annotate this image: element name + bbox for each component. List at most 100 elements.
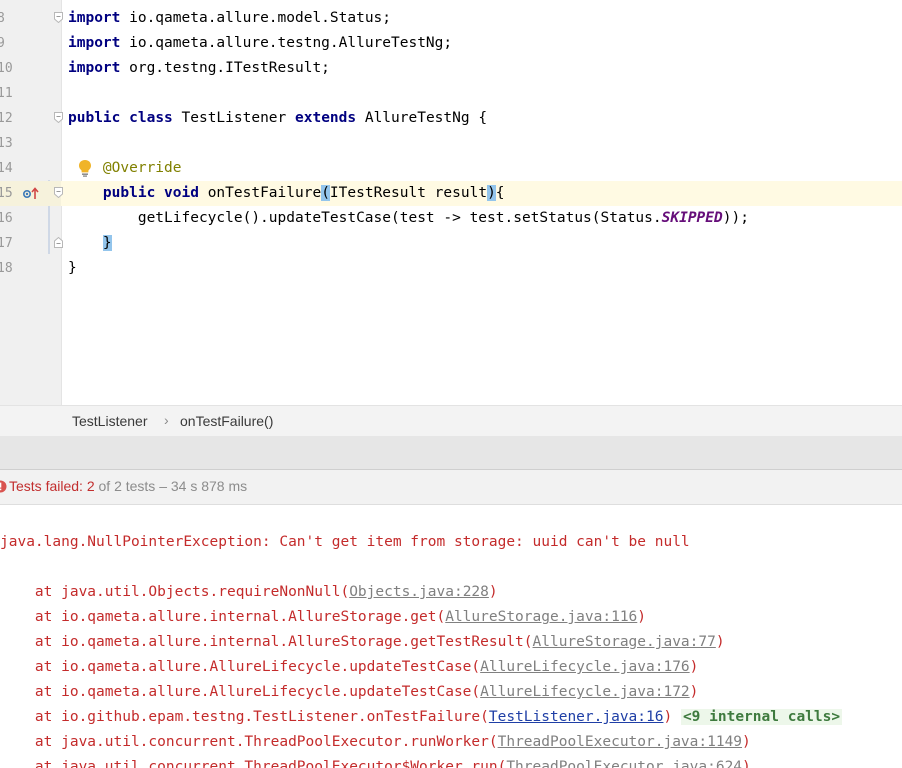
breadcrumb-method[interactable]: onTestFailure() (180, 413, 273, 429)
gutter-cell[interactable]: 16 (0, 206, 61, 231)
code-line[interactable]: 8 import io.qameta.allure.model.Status; (0, 6, 902, 31)
code-token: @Override (102, 160, 182, 176)
breadcrumb: TestListener › onTestFailure() (0, 405, 902, 437)
code-token: import (68, 35, 121, 51)
code-text[interactable]: import org.testng.ITestResult; (68, 56, 330, 81)
frame-method: at io.qameta.allure.AllureLifecycle.upda… (0, 659, 481, 675)
code-text[interactable]: public void onTestFailure(ITestResult re… (68, 181, 505, 206)
source-link[interactable]: AllureStorage.java:77 (533, 634, 716, 650)
line-number: 9 (0, 36, 5, 51)
stack-frame: at io.qameta.allure.internal.AllureStora… (0, 605, 646, 630)
exception-message: java.lang.NullPointerException: Can't ge… (0, 534, 690, 550)
gutter-cell[interactable]: 18 (0, 256, 61, 281)
code-line[interactable]: 18} (0, 256, 902, 281)
code-editor[interactable]: 8 import io.qameta.allure.model.Status; 9 i… (0, 0, 902, 405)
frame-method: at java.util.Objects.requireNonNull( (0, 584, 350, 600)
fold-marker-icon[interactable] (54, 237, 63, 248)
gutter-cell[interactable]: 13 (0, 131, 61, 156)
gutter-cell[interactable]: 9 (0, 31, 61, 56)
code-line[interactable]: 13 (0, 131, 902, 156)
line-number: 17 (0, 236, 13, 251)
frame-suffix: ) (663, 709, 681, 725)
code-token: ITestResult result (329, 185, 488, 201)
code-line[interactable]: 10 import org.testng.ITestResult; (0, 56, 902, 81)
stack-frame: at java.util.concurrent.ThreadPoolExecut… (0, 755, 751, 768)
source-link[interactable]: AllureLifecycle.java:172 (480, 684, 690, 700)
frame-suffix: ) (488, 584, 498, 600)
code-line[interactable]: 12 public class TestListener extends Allu… (0, 106, 902, 131)
fold-marker-icon[interactable] (54, 187, 63, 198)
code-token: AllureTestNg { (356, 110, 488, 126)
code-text[interactable]: @Override (68, 156, 182, 181)
code-token: )); (722, 210, 749, 226)
frame-method: at io.qameta.allure.internal.AllureStora… (0, 609, 446, 625)
code-token: public (68, 110, 121, 126)
source-link[interactable]: Objects.java:228 (349, 584, 489, 600)
source-link[interactable]: ThreadPoolExecutor.java:1149 (498, 734, 742, 750)
code-line[interactable]: 14 @Override (0, 156, 902, 181)
line-number: 8 (0, 11, 5, 26)
code-token: TestListener (172, 110, 295, 126)
code-token: import (68, 10, 121, 26)
source-link[interactable]: AllureLifecycle.java:176 (480, 659, 690, 675)
line-number: 11 (0, 86, 13, 101)
code-line[interactable]: 16 getLifecycle().updateTestCase(test ->… (0, 206, 902, 231)
code-line[interactable]: 9 import io.qameta.allure.testng.AllureTe… (0, 31, 902, 56)
frame-suffix: ) (715, 634, 725, 650)
line-number: 14 (0, 161, 13, 176)
code-text[interactable]: import io.qameta.allure.model.Status; (68, 6, 391, 31)
line-number: 13 (0, 136, 13, 151)
frame-method: at io.github.epam.testng.TestListener.on… (0, 709, 489, 725)
gutter-cell[interactable]: 15 (0, 181, 63, 206)
gutter-cell[interactable]: 10 (0, 56, 61, 81)
stack-frame: at java.util.concurrent.ThreadPoolExecut… (0, 730, 751, 755)
code-text[interactable]: import io.qameta.allure.testng.AllureTes… (68, 31, 452, 56)
frame-suffix: ) (637, 609, 647, 625)
source-link[interactable]: AllureStorage.java:116 (445, 609, 637, 625)
breadcrumb-class[interactable]: TestListener (72, 413, 147, 429)
line-number: 15 (0, 186, 13, 201)
code-text[interactable]: getLifecycle().updateTestCase(test -> te… (68, 206, 749, 231)
code-token: { (495, 185, 505, 201)
gutter-cell[interactable]: 8 (0, 6, 63, 31)
tests-failed-count: Tests failed: 2 (9, 478, 95, 494)
gutter-cell[interactable]: 17 (0, 231, 63, 256)
gutter-cell[interactable]: 14 (0, 156, 61, 181)
line-number: 12 (0, 111, 13, 126)
internal-calls-fold[interactable]: <9 internal calls> (680, 709, 843, 725)
gutter-cell[interactable]: 11 (0, 81, 61, 106)
code-token: getLifecycle().updateTestCase(test -> te… (68, 210, 662, 226)
code-line[interactable]: 17 } (0, 231, 902, 256)
code-token: extends (295, 110, 357, 126)
code-token: class (129, 110, 173, 126)
code-line[interactable]: 11 (0, 81, 902, 106)
frame-method: at io.qameta.allure.AllureLifecycle.upda… (0, 684, 481, 700)
stack-frame: at io.github.epam.testng.TestListener.on… (0, 705, 843, 730)
code-text[interactable]: public class TestListener extends Allure… (68, 106, 487, 131)
stack-frame: at java.util.Objects.requireNonNull(Obje… (0, 580, 498, 605)
test-failed-icon (0, 480, 7, 493)
override-method-icon[interactable] (23, 186, 41, 200)
code-text[interactable]: } (68, 256, 77, 281)
gutter-cell[interactable]: 12 (0, 106, 63, 131)
fold-marker-icon[interactable] (54, 112, 63, 123)
code-text[interactable]: } (68, 231, 112, 256)
stack-frame: at io.qameta.allure.AllureLifecycle.upda… (0, 655, 698, 680)
code-line[interactable]: 15 public void onTestFailure(ITestResult… (0, 181, 902, 206)
console-output[interactable]: java.lang.NullPointerException: Can't ge… (0, 505, 902, 768)
source-link[interactable]: ThreadPoolExecutor.java:624 (506, 759, 742, 768)
stack-frame: at io.qameta.allure.AllureLifecycle.upda… (0, 680, 698, 705)
code-token: org.testng.ITestResult; (120, 60, 330, 76)
frame-suffix: ) (742, 759, 751, 768)
panel-divider[interactable] (0, 436, 902, 470)
ide-window: 8 import io.qameta.allure.model.Status; 9 i… (0, 0, 902, 768)
code-token: io.qameta.allure.testng.AllureTestNg; (120, 35, 453, 51)
code-token: SKIPPED (661, 210, 723, 226)
source-link[interactable]: TestListener.java:16 (489, 709, 664, 725)
stack-frame: at io.qameta.allure.internal.AllureStora… (0, 630, 725, 655)
fold-marker-icon[interactable] (54, 12, 63, 23)
